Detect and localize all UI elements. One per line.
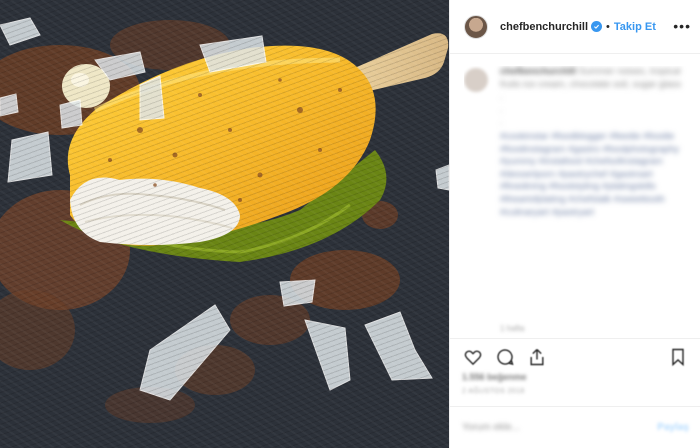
caption-time: 1 hafta — [500, 324, 525, 333]
comment-input[interactable]: Yorum ekle... — [462, 422, 520, 433]
post-details-panel: chefbenchurchill • Takip Et ••• chefbenc… — [449, 0, 700, 448]
follow-button[interactable]: Takip Et — [614, 21, 656, 33]
caption-avatar[interactable] — [464, 68, 488, 92]
post-header: chefbenchurchill • Takip Et ••• — [450, 0, 700, 54]
bookmark-icon[interactable] — [667, 346, 689, 368]
username-link[interactable]: chefbenchurchill — [500, 21, 588, 33]
post-date: 2 AĞUSTOS 2018 — [462, 388, 525, 395]
caption-username[interactable]: chefbenchurchill — [500, 66, 576, 77]
caption-line: . — [500, 91, 503, 103]
caption-line: . — [500, 116, 503, 128]
caption-hashtags[interactable]: #cookinstar #foodblogger #feedie #foodie… — [500, 131, 690, 219]
heart-icon[interactable] — [462, 346, 484, 368]
post-photo[interactable] — [0, 0, 449, 448]
verified-badge-icon — [591, 21, 603, 32]
comment-icon[interactable] — [494, 346, 516, 368]
likes-count[interactable]: 1.556 beğenme — [462, 372, 527, 382]
post-comment-button[interactable]: Paylaş — [657, 422, 689, 433]
caption-line: . — [500, 103, 503, 115]
avatar[interactable] — [464, 14, 488, 39]
action-bar — [450, 338, 700, 374]
separator-dot: • — [606, 20, 610, 33]
comments-section: chefbenchurchill Summer noises, tropical… — [464, 66, 690, 338]
more-options-icon[interactable]: ••• — [673, 19, 691, 33]
post-caption: chefbenchurchill Summer noises, tropical… — [500, 66, 690, 219]
share-icon[interactable] — [526, 346, 548, 368]
add-comment-bar: Yorum ekle... Paylaş — [450, 406, 700, 448]
